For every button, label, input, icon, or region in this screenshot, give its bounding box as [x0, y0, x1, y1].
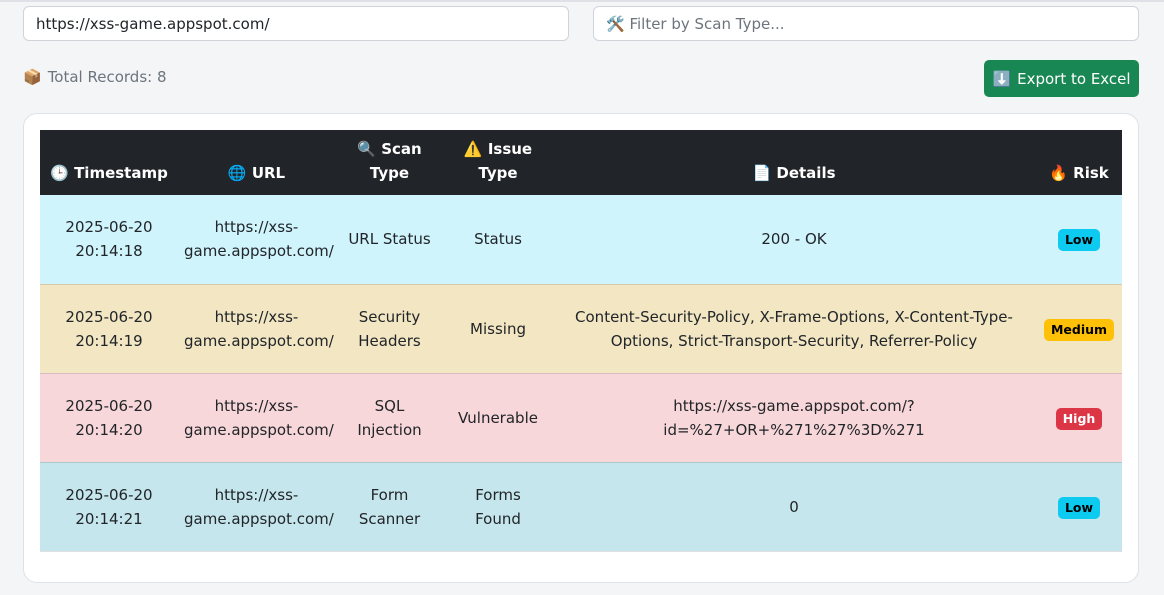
scan-type-cell: Form Scanner	[335, 462, 444, 552]
download-icon: ⬇️	[992, 69, 1012, 88]
issue-type-cell: Vulnerable	[444, 373, 552, 463]
column-header-issue-type[interactable]: ⚠️ Issue Type	[444, 130, 552, 195]
risk-badge: Low	[1057, 496, 1101, 519]
details-cell: 0	[552, 462, 1036, 552]
column-header-url[interactable]: 🌐 URL	[178, 130, 335, 195]
risk-cell: Medium	[1036, 284, 1122, 374]
table-row: 2025-06-20 20:14:21 https://xss-game.app…	[40, 462, 1122, 552]
column-label: URL	[251, 164, 286, 182]
risk-cell: Low	[1036, 462, 1122, 552]
issue-type-cell: Missing	[444, 284, 552, 374]
timestamp-cell: 2025-06-20 20:14:20	[40, 373, 178, 463]
column-label: Timestamp	[74, 164, 168, 182]
column-header-scan-type[interactable]: 🔍 Scan Type	[335, 130, 444, 195]
column-header-details[interactable]: 📄 Details	[552, 130, 1036, 195]
details-cell: https://xss-game.appspot.com/?id=%27+OR+…	[552, 373, 1036, 463]
scan-type-cell: URL Status	[335, 195, 444, 285]
document-icon: 📄	[752, 164, 772, 182]
globe-icon: 🌐	[227, 164, 247, 182]
scan-type-filter-input[interactable]	[593, 6, 1139, 41]
total-records: 📦 Total Records: 8	[23, 68, 167, 86]
export-to-excel-button[interactable]: ⬇️ Export to Excel	[984, 60, 1139, 97]
timestamp-cell: 2025-06-20 20:14:21	[40, 462, 178, 552]
column-header-timestamp[interactable]: 🕒 Timestamp	[40, 130, 178, 195]
export-button-label: Export to Excel	[1017, 69, 1131, 88]
results-table: 🕒 Timestamp 🌐 URL 🔍 Scan Type ⚠️ Issue T…	[40, 130, 1122, 552]
results-card: 🕒 Timestamp 🌐 URL 🔍 Scan Type ⚠️ Issue T…	[23, 113, 1139, 583]
column-label: Details	[776, 164, 836, 182]
url-input[interactable]	[23, 6, 569, 41]
risk-badge: High	[1055, 407, 1103, 430]
details-cell: 200 - OK	[552, 195, 1036, 285]
table-row: 2025-06-20 20:14:19 https://xss-game.app…	[40, 284, 1122, 374]
url-cell: https://xss-game.appspot.com/	[178, 284, 335, 374]
package-icon: 📦	[23, 68, 42, 86]
clock-icon: 🕒	[50, 164, 69, 182]
column-label: Scan Type	[369, 140, 422, 182]
table-row: 2025-06-20 20:14:20 https://xss-game.app…	[40, 373, 1122, 463]
url-cell: https://xss-game.appspot.com/	[178, 373, 335, 463]
table-header-row: 🕒 Timestamp 🌐 URL 🔍 Scan Type ⚠️ Issue T…	[40, 130, 1122, 195]
url-cell: https://xss-game.appspot.com/	[178, 195, 335, 285]
warning-icon: ⚠️	[463, 140, 483, 158]
timestamp-cell: 2025-06-20 20:14:19	[40, 284, 178, 374]
magnifier-icon: 🔍	[357, 140, 376, 158]
issue-type-cell: Forms Found	[444, 462, 552, 552]
column-label: Risk	[1073, 164, 1109, 182]
timestamp-cell: 2025-06-20 20:14:18	[40, 195, 178, 285]
scan-type-cell: Security Headers	[335, 284, 444, 374]
details-cell: Content-Security-Policy, X-Frame-Options…	[552, 284, 1036, 374]
fire-icon: 🔥	[1049, 164, 1068, 182]
risk-badge: Medium	[1043, 318, 1115, 341]
risk-cell: Low	[1036, 195, 1122, 285]
column-header-risk[interactable]: 🔥 Risk	[1036, 130, 1122, 195]
table-row: 2025-06-20 20:14:18 https://xss-game.app…	[40, 195, 1122, 285]
column-label: Issue Type	[478, 140, 533, 182]
risk-cell: High	[1036, 373, 1122, 463]
url-cell: https://xss-game.appspot.com/	[178, 462, 335, 552]
risk-badge: Low	[1057, 229, 1101, 252]
issue-type-cell: Status	[444, 195, 552, 285]
top-border	[0, 0, 1164, 2]
scan-type-cell: SQL Injection	[335, 373, 444, 463]
total-records-label: Total Records: 8	[47, 68, 167, 86]
